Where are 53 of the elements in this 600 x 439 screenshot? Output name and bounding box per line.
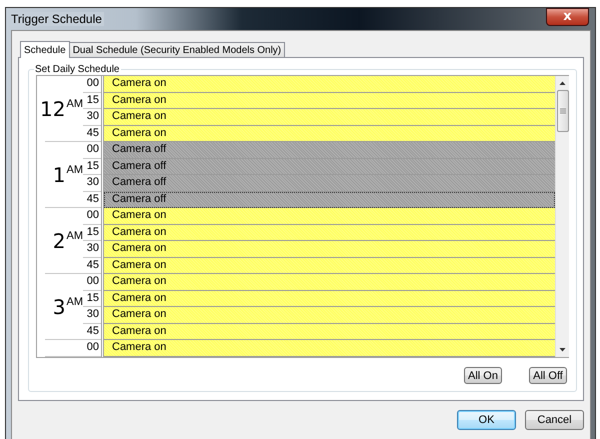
minute-label: 15 (86, 224, 99, 240)
minute-label: 00 (86, 208, 99, 223)
minute-label: 45 (86, 126, 99, 140)
period-label: AM (66, 98, 83, 110)
schedule-slot[interactable]: Camera on (104, 241, 555, 258)
group-title: Set Daily Schedule (34, 64, 120, 75)
minute-label: 15 (86, 290, 99, 306)
minute-label: 00 (86, 274, 99, 289)
schedule-slot[interactable]: Camera off (104, 192, 555, 208)
schedule-slot[interactable]: Camera on (104, 274, 555, 290)
minute-label: 30 (86, 241, 99, 256)
period-label: AM (66, 230, 83, 242)
period-label: AM (66, 164, 83, 176)
minute-label: 45 (86, 258, 99, 272)
schedule-slot[interactable]: Camera on (104, 324, 555, 340)
hour-label: 1 (52, 164, 66, 184)
schedule-slot[interactable]: Camera off (104, 158, 555, 175)
minute-label: 15 (86, 92, 99, 108)
hour-label: 2 (52, 230, 66, 250)
period-label: AM (66, 296, 83, 308)
tab[interactable]: Dual Schedule (Security Enabled Models Only) (68, 42, 286, 57)
schedule-slot[interactable]: Camera on (104, 290, 555, 307)
minute-label: 30 (86, 109, 99, 124)
minute-label: 15 (86, 158, 99, 174)
minute-label: 00 (86, 142, 99, 157)
minute-label: 30 (86, 175, 99, 190)
schedule-slot[interactable]: Camera on (104, 208, 555, 224)
minute-label: 00 (86, 76, 99, 91)
schedule-slot[interactable]: Camera off (104, 142, 555, 158)
window-title: Trigger Schedule (9, 12, 104, 26)
schedule-slot[interactable]: Camera on (104, 92, 555, 109)
minute-label: 45 (86, 324, 99, 338)
hour-label: 12 (40, 98, 66, 118)
minute-label: 30 (86, 307, 99, 322)
schedule-slot[interactable]: Camera on (104, 340, 555, 356)
all-off-button[interactable]: All Off (529, 367, 567, 384)
schedule-slot[interactable]: Camera on (104, 224, 555, 241)
scrollbar[interactable] (555, 76, 569, 357)
ok-button[interactable]: OK (457, 410, 516, 430)
schedule-slot[interactable]: Camera on (104, 258, 555, 274)
close-button[interactable]: x (546, 8, 589, 26)
minute-label: 00 (86, 340, 99, 355)
schedule-slot[interactable]: Camera on (104, 76, 555, 92)
schedule-slot[interactable]: Camera on (104, 126, 555, 142)
all-on-button[interactable]: All On (464, 367, 502, 384)
cancel-button[interactable]: Cancel (525, 410, 584, 430)
tab[interactable]: Schedule (20, 41, 70, 58)
schedule-slot[interactable]: Camera on (104, 307, 555, 324)
scroll-thumb[interactable] (556, 90, 568, 132)
hour-label: 3 (52, 296, 66, 316)
schedule-slot[interactable]: Camera off (104, 175, 555, 192)
schedule-slot[interactable]: Camera on (104, 109, 555, 126)
minute-label: 45 (86, 192, 99, 206)
